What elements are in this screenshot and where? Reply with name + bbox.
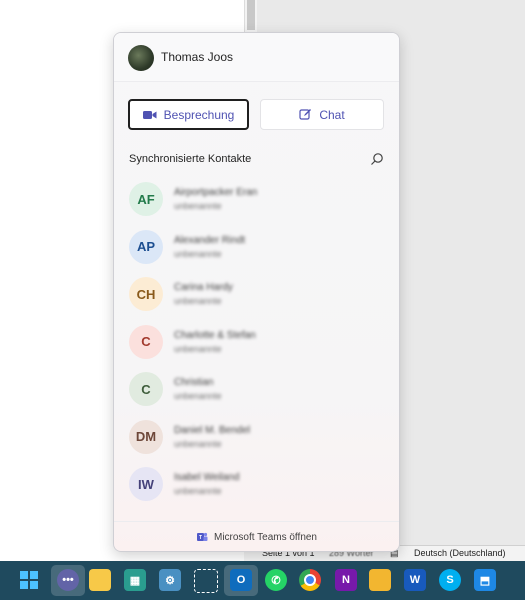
skype-icon[interactable]: S	[439, 569, 461, 591]
meeting-button[interactable]: Besprechung	[128, 99, 249, 130]
teams-chat-flyout: Thomas Joos Besprechung Chat Synchronisi…	[113, 32, 400, 552]
contact-avatar: DM	[129, 419, 163, 454]
file-explorer-icon[interactable]	[89, 569, 111, 591]
contact-detail: unbenannte	[174, 248, 222, 259]
flyout-header: Thomas Joos	[114, 33, 399, 82]
onenote-icon[interactable]: N	[335, 569, 357, 591]
avatar[interactable]	[128, 45, 154, 71]
contact-item[interactable]: C Charlotte & Stefan unbenannte	[129, 324, 384, 361]
app-icon-3[interactable]: ⬒	[474, 569, 496, 591]
contacts-section-title: Synchronisierte Kontakte	[129, 153, 252, 165]
contact-avatar: C	[129, 324, 163, 359]
search-icon[interactable]	[369, 151, 385, 167]
whatsapp-icon[interactable]: ✆	[265, 569, 287, 591]
language-indicator[interactable]: Deutsch (Deutschland)	[414, 548, 506, 558]
open-teams-link[interactable]: T Microsoft Teams öffnen	[114, 521, 399, 551]
open-teams-label: Microsoft Teams öffnen	[213, 531, 317, 543]
chat-button-label: Chat	[319, 107, 345, 122]
video-camera-icon	[142, 110, 157, 119]
user-name: Thomas Joos	[161, 50, 234, 64]
contact-name: Daniel M. Bendel	[174, 424, 251, 436]
scrollbar-thumb[interactable]	[247, 0, 255, 30]
contact-detail: unbenannte	[174, 343, 222, 354]
meeting-button-label: Besprechung	[163, 107, 235, 122]
contact-item[interactable]: CH Carina Hardy unbenannte	[129, 277, 384, 313]
contact-name: Airportpacker Eran	[174, 187, 258, 198]
contact-detail: unbenannte	[174, 486, 222, 496]
contact-name: Christian	[174, 377, 214, 388]
taskbar: ••• ▦ ⚙ O ✆ N W S ⬒	[0, 561, 525, 600]
folder-icon[interactable]	[369, 569, 391, 591]
snipping-icon[interactable]	[194, 569, 218, 593]
contact-detail: unbenannte	[174, 391, 222, 401]
contact-detail: unbenannte	[174, 201, 222, 211]
contact-item[interactable]: AP Alexander Rindt unbenannte	[129, 229, 384, 266]
windows-start-icon[interactable]	[18, 569, 40, 591]
svg-text:T: T	[199, 535, 202, 541]
outlook-icon[interactable]: O	[230, 569, 252, 591]
contact-item[interactable]: DM Daniel M. Bendel unbenannte	[129, 419, 384, 456]
contact-name: Carina Hardy	[174, 282, 233, 293]
app-icon[interactable]: ▦	[124, 569, 146, 591]
teams-icon: T	[196, 532, 208, 541]
contact-avatar: IW	[129, 467, 163, 501]
contact-avatar: AP	[129, 229, 163, 264]
chat-button[interactable]: Chat	[260, 99, 384, 130]
contact-name: Alexander Rindt	[174, 234, 246, 246]
contact-detail: unbenannte	[174, 296, 222, 306]
compose-icon	[299, 109, 312, 120]
contact-avatar: AF	[129, 182, 163, 216]
contact-avatar: C	[129, 372, 163, 406]
contact-name: Isabel Weiland	[174, 472, 240, 483]
contact-detail: unbenannte	[174, 438, 222, 449]
contact-name: Charlotte & Stefan	[174, 329, 256, 341]
contact-item[interactable]: C Christian unbenannte	[129, 372, 384, 408]
contact-item[interactable]: AF Airportpacker Eran unbenannte	[129, 182, 384, 218]
teams-chat-icon[interactable]: •••	[57, 569, 79, 591]
app-icon-2[interactable]: ⚙	[159, 569, 181, 591]
contact-avatar: CH	[129, 277, 163, 311]
contact-item[interactable]: IW Isabel Weiland unbenannte	[129, 467, 384, 503]
word-icon[interactable]: W	[404, 569, 426, 591]
chrome-icon[interactable]	[299, 569, 321, 591]
